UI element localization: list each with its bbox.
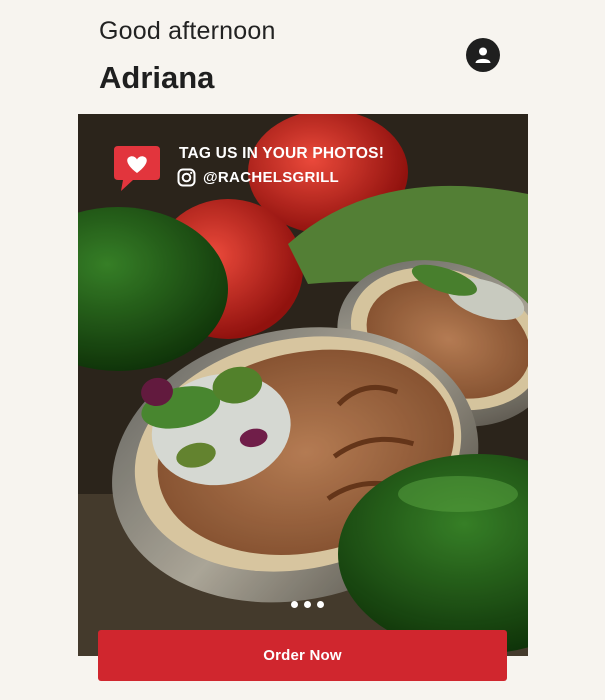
- carousel-dot[interactable]: [317, 601, 324, 608]
- user-circle-icon: [475, 47, 491, 63]
- promo-title: TAG US IN YOUR PHOTOS!: [179, 145, 385, 162]
- order-now-button[interactable]: Order Now: [98, 630, 507, 681]
- carousel-indicator: [291, 601, 324, 608]
- food-photo: [78, 114, 528, 656]
- carousel-dot[interactable]: [304, 601, 311, 608]
- social-handle: @RACHELSGRILL: [203, 169, 340, 186]
- instagram-icon: [177, 168, 196, 187]
- greeting-text: Good afternoon: [99, 17, 276, 45]
- user-name: Adriana: [99, 60, 215, 95]
- social-handle-row[interactable]: @RACHELSGRILL: [177, 168, 339, 187]
- heart-speech-bubble-icon: [114, 146, 160, 191]
- carousel-dot[interactable]: [291, 601, 298, 608]
- account-button[interactable]: [466, 38, 500, 72]
- promo-carousel[interactable]: TAG US IN YOUR PHOTOS! @RACHELSGRILL: [78, 114, 528, 656]
